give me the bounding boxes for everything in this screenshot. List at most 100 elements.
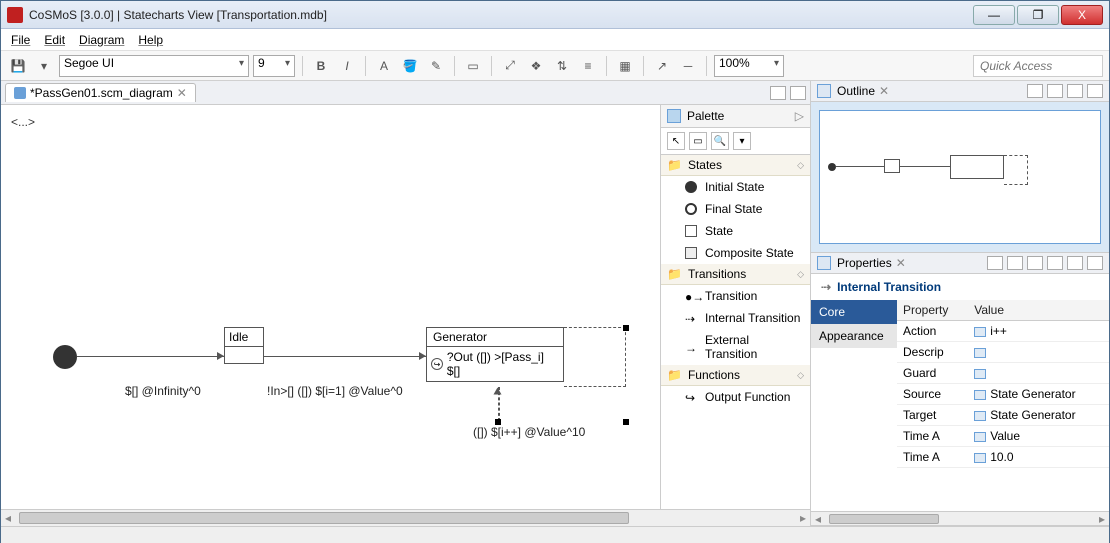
auto-size-button[interactable]: ⤢ bbox=[499, 55, 521, 77]
properties-categories-button[interactable] bbox=[1007, 256, 1023, 270]
palette-item-output-function[interactable]: ↪Output Function bbox=[661, 386, 810, 408]
italic-button[interactable]: I bbox=[336, 55, 358, 77]
col-property[interactable]: Property bbox=[897, 300, 968, 321]
font-color-button[interactable]: A bbox=[373, 55, 395, 77]
internal-transition-type-icon: ⇢ bbox=[821, 280, 831, 294]
editor-tab[interactable]: *PassGen01.scm_diagram ✕ bbox=[5, 83, 196, 102]
line-color-button[interactable]: ✎ bbox=[425, 55, 447, 77]
property-row: Guard bbox=[897, 363, 1109, 384]
fill-color-button[interactable]: 🪣 bbox=[399, 55, 421, 77]
quick-access-input[interactable] bbox=[973, 55, 1103, 77]
outline-minimize-button[interactable] bbox=[1067, 84, 1083, 98]
properties-pin-button[interactable] bbox=[987, 256, 1003, 270]
toolbar: 💾 ▾ Segoe UI 9 B I A 🪣 ✎ ▭ ⤢ ❖ ⇅ ≡ ▦ ↗ ─… bbox=[1, 51, 1109, 81]
select-button[interactable]: ❖ bbox=[525, 55, 547, 77]
breadcrumb[interactable]: <...> bbox=[11, 115, 35, 129]
properties-icon bbox=[817, 256, 831, 270]
menu-bar: File Edit Diagram Help bbox=[1, 29, 1109, 51]
outline-mode-2-button[interactable] bbox=[1047, 84, 1063, 98]
palette-category-functions[interactable]: 📁Functions◇ bbox=[661, 365, 810, 386]
diagram-canvas[interactable]: <...> $[] @Infinity^0 Idle !In>[] ([]) $… bbox=[1, 105, 810, 509]
maximize-button[interactable]: ❐ bbox=[1017, 5, 1059, 25]
arrange-button[interactable]: ⇅ bbox=[551, 55, 573, 77]
close-tab-icon[interactable]: ✕ bbox=[177, 86, 187, 100]
palette-item-transition[interactable]: ●→Transition bbox=[661, 285, 810, 307]
palette-item-state[interactable]: State bbox=[661, 220, 810, 242]
minimize-button[interactable]: — bbox=[973, 5, 1015, 25]
close-button[interactable]: X bbox=[1061, 5, 1103, 25]
palette-category-transitions[interactable]: 📁Transitions◇ bbox=[661, 264, 810, 285]
new-button[interactable]: ▾ bbox=[33, 55, 55, 77]
transition-label-3: ([]) $[i++] @Value^10 bbox=[473, 425, 585, 439]
transition-edge-2[interactable] bbox=[264, 356, 426, 357]
outline-close-icon[interactable]: ✕ bbox=[879, 84, 889, 98]
property-row: Time AValue bbox=[897, 426, 1109, 447]
copy-appearance-button[interactable]: ▭ bbox=[462, 55, 484, 77]
window-title: CoSMoS [3.0.0] | Statecharts View [Trans… bbox=[29, 8, 973, 22]
outline-mode-1-button[interactable] bbox=[1027, 84, 1043, 98]
font-combo[interactable]: Segoe UI bbox=[59, 55, 249, 77]
palette-item-final-state[interactable]: Final State bbox=[661, 198, 810, 220]
outline-maximize-button[interactable] bbox=[1087, 84, 1103, 98]
router-button[interactable]: ↗ bbox=[651, 55, 673, 77]
save-button[interactable]: 💾 bbox=[7, 55, 29, 77]
status-bar bbox=[1, 526, 1109, 543]
output-function-icon: ↪ bbox=[431, 358, 443, 370]
property-row: Descrip bbox=[897, 342, 1109, 363]
menu-edit[interactable]: Edit bbox=[44, 33, 65, 47]
transition-label-1: $[] @Infinity^0 bbox=[125, 384, 201, 398]
menu-help[interactable]: Help bbox=[138, 33, 163, 47]
bold-button[interactable]: B bbox=[310, 55, 332, 77]
palette-zoom-tool[interactable]: 🔍 bbox=[711, 132, 729, 150]
property-row: Time A10.0 bbox=[897, 447, 1109, 468]
internal-transition-selection[interactable] bbox=[564, 327, 626, 387]
properties-minimize-button[interactable] bbox=[1067, 256, 1083, 270]
properties-menu-button[interactable] bbox=[1047, 256, 1063, 270]
idle-state-node[interactable]: Idle bbox=[224, 327, 264, 364]
initial-state-node[interactable] bbox=[53, 345, 77, 369]
palette-collapse-icon[interactable]: ▷ bbox=[795, 109, 804, 123]
property-row: TargetState Generator bbox=[897, 405, 1109, 426]
font-size-combo[interactable]: 9 bbox=[253, 55, 295, 77]
title-bar: CoSMoS [3.0.0] | Statecharts View [Trans… bbox=[1, 1, 1109, 29]
outline-icon bbox=[817, 84, 831, 98]
palette-marquee-tool[interactable]: ▭ bbox=[689, 132, 707, 150]
generator-state-label: Generator bbox=[427, 328, 563, 347]
properties-category-core[interactable]: Core bbox=[811, 300, 897, 324]
maximize-view-button[interactable] bbox=[790, 86, 806, 100]
properties-table: PropertyValue Actioni++ Descrip Guard So… bbox=[897, 300, 1109, 511]
app-icon bbox=[7, 7, 23, 23]
palette-item-external-transition[interactable]: →External Transition bbox=[661, 329, 810, 365]
properties-category-appearance[interactable]: Appearance bbox=[811, 324, 897, 348]
outline-panel: Outline ✕ bbox=[811, 81, 1109, 253]
align-button[interactable]: ≡ bbox=[577, 55, 599, 77]
outline-thumbnail[interactable] bbox=[811, 102, 1109, 252]
palette-title: Palette bbox=[687, 109, 724, 123]
minimize-view-button[interactable] bbox=[770, 86, 786, 100]
editor-tab-label: *PassGen01.scm_diagram bbox=[30, 86, 173, 100]
properties-heading: ⇢ Internal Transition bbox=[811, 274, 1109, 300]
palette-item-internal-transition[interactable]: ⇢Internal Transition bbox=[661, 307, 810, 329]
palette-item-initial-state[interactable]: Initial State bbox=[661, 176, 810, 198]
properties-panel: Properties ✕ ⇢ Internal Transition Core bbox=[811, 253, 1109, 526]
palette-icon bbox=[667, 109, 681, 123]
palette-note-tool[interactable]: ▾ bbox=[733, 132, 751, 150]
editor-horizontal-scrollbar[interactable]: ◂ ▸ bbox=[1, 509, 810, 526]
palette-pointer-tool[interactable]: ↖ bbox=[667, 132, 685, 150]
col-value[interactable]: Value bbox=[968, 300, 1109, 321]
properties-maximize-button[interactable] bbox=[1087, 256, 1103, 270]
transition-edge-1[interactable] bbox=[77, 356, 224, 357]
palette-category-states[interactable]: 📁States◇ bbox=[661, 155, 810, 176]
grid-button[interactable]: ▦ bbox=[614, 55, 636, 77]
menu-diagram[interactable]: Diagram bbox=[79, 33, 124, 47]
properties-close-icon[interactable]: ✕ bbox=[896, 256, 906, 270]
generator-state-node[interactable]: Generator ↪ ?Out ([]) >[Pass_i] $[] bbox=[426, 327, 564, 382]
line-style-button[interactable]: ─ bbox=[677, 55, 699, 77]
properties-advanced-button[interactable] bbox=[1027, 256, 1043, 270]
palette-item-composite-state[interactable]: Composite State bbox=[661, 242, 810, 264]
zoom-combo[interactable]: 100% bbox=[714, 55, 784, 77]
output-expression: ?Out ([]) >[Pass_i] $[] bbox=[447, 350, 559, 378]
menu-file[interactable]: File bbox=[11, 33, 30, 47]
properties-horizontal-scrollbar[interactable]: ◂ ▸ bbox=[811, 511, 1109, 525]
property-row: SourceState Generator bbox=[897, 384, 1109, 405]
